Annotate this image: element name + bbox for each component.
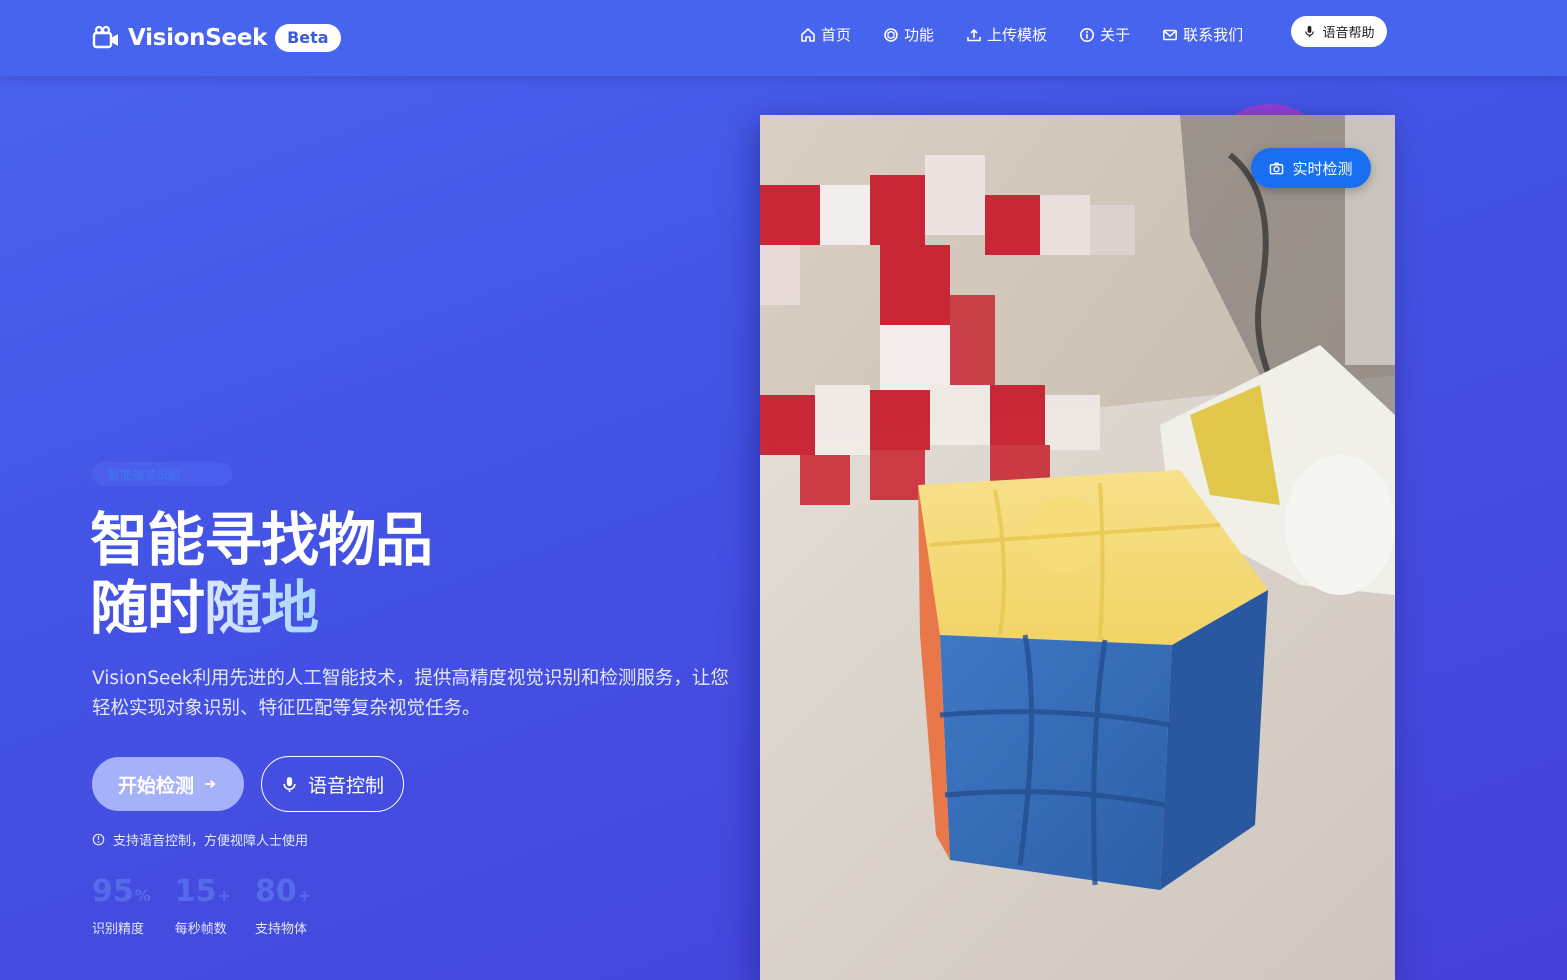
rubiks-cube-scene (760, 115, 1395, 980)
hero-title-line1: 智能寻找物品 (90, 506, 433, 574)
nav-upload-template[interactable]: 上传模板 (966, 24, 1047, 45)
stat-suffix: % (134, 886, 151, 905)
stat-fps: 15+ 每秒帧数 (175, 874, 231, 937)
voice-help-button[interactable]: 语音帮助 (1291, 16, 1387, 47)
arrow-right-icon (205, 779, 216, 789)
stat-label: 每秒帧数 (174, 922, 227, 937)
nav-about-label: 关于 (1100, 26, 1131, 44)
navbar: VisionSeek Beta 首页 功能 上传模板 关于 联系我们 语音帮助 (0, 0, 1567, 76)
stats-row: 95% 识别精度 15+ 每秒帧数 80+ 支持物体 (92, 874, 335, 937)
stat-label: 支持物体 (254, 922, 307, 937)
stat-value: 15+ (175, 874, 231, 914)
hero-badge-label: 智能视觉识别 (108, 467, 181, 482)
voice-control-button[interactable]: 语音控制 (261, 756, 404, 812)
brand-logo[interactable]: VisionSeek Beta (92, 20, 341, 56)
info-icon (92, 833, 105, 846)
microphone-icon (283, 776, 296, 792)
start-detection-button[interactable]: 开始检测 (92, 757, 244, 811)
rubiks-cube (918, 470, 1268, 890)
home-icon (801, 27, 815, 42)
nav-contact[interactable]: 联系我们 (1162, 24, 1243, 45)
stat-accuracy: 95% 识别精度 (92, 874, 151, 937)
nav-home-label: 首页 (821, 26, 852, 44)
upload-icon (967, 28, 981, 41)
stat-number: 95 (92, 874, 134, 909)
accessibility-hint: 支持语音控制，方便视障人士使用 (92, 830, 308, 849)
hero-title-line2: 随时随地 (90, 574, 432, 642)
stat-number: 15 (174, 874, 217, 909)
start-detection-label: 开始检测 (117, 774, 194, 797)
video-camera-icon (92, 25, 118, 49)
stat-label: 识别精度 (92, 922, 145, 937)
beta-badge: Beta (275, 24, 341, 52)
nav-upload-label: 上传模板 (987, 26, 1048, 44)
detection-photo (760, 115, 1395, 980)
stat-suffix: + (297, 886, 312, 905)
nav-about[interactable]: 关于 (1079, 24, 1130, 45)
nav-features[interactable]: 功能 (883, 24, 934, 45)
voice-help-label: 语音帮助 (1322, 26, 1375, 41)
brand-name: VisionSeek (128, 25, 268, 51)
voice-control-label: 语音控制 (307, 774, 384, 797)
main-nav: 首页 功能 上传模板 关于 联系我们 (800, 24, 1275, 45)
stat-suffix: + (217, 886, 231, 905)
stat-number: 80 (254, 874, 297, 909)
hero-badge: 智能视觉识别 (92, 462, 232, 486)
mail-icon (1163, 29, 1178, 40)
nav-features-label: 功能 (904, 26, 935, 44)
hero-title-accent: 随地 (204, 574, 319, 642)
realtime-detection-label: 实时检测 (1292, 159, 1353, 178)
stat-value: 95% (92, 874, 151, 914)
info-icon (1080, 27, 1095, 42)
nav-home[interactable]: 首页 (800, 24, 851, 45)
cube-icon (884, 27, 898, 42)
hero-title: 智能寻找物品 随时随地 (90, 506, 433, 642)
microphone-icon (1305, 25, 1315, 38)
hero-title-line2-a: 随时 (90, 574, 205, 642)
nav-contact-label: 联系我们 (1183, 26, 1244, 44)
camera-icon (1270, 162, 1284, 174)
realtime-detection-button[interactable]: 实时检测 (1251, 148, 1371, 188)
stat-objects: 80+ 支持物体 (255, 874, 311, 937)
stat-value: 80+ (255, 874, 311, 914)
accessibility-hint-text: 支持语音控制，方便视障人士使用 (113, 834, 309, 849)
hero-description: VisionSeek利用先进的人工智能技术，提供高精度视觉识别和检测服务，让您轻… (92, 668, 729, 719)
